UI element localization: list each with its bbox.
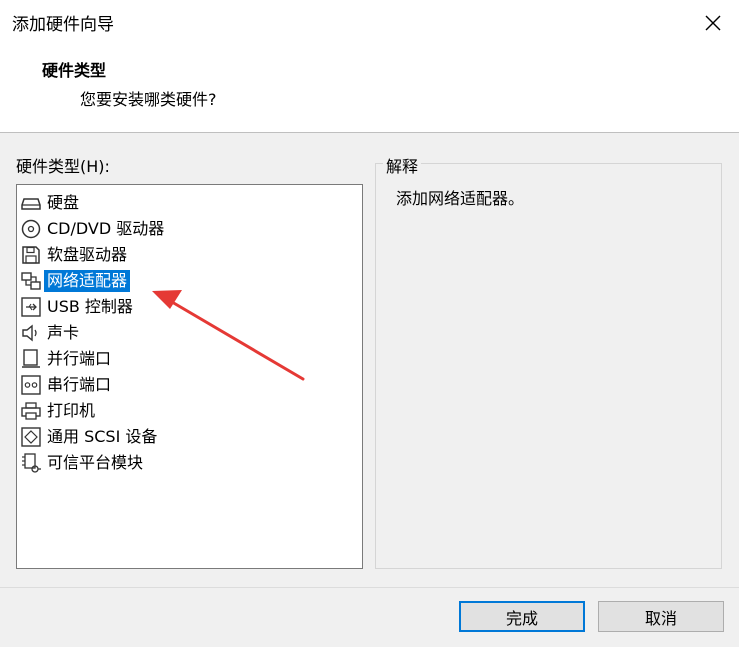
close-button[interactable] <box>696 6 730 40</box>
page-subtitle: 您要安装哪类硬件? <box>80 90 217 109</box>
finish-button[interactable]: 完成 <box>459 601 585 632</box>
network-adapter-icon <box>21 271 41 290</box>
page-title: 硬件类型 <box>42 61 107 80</box>
list-item-hard-disk[interactable]: 硬盘 <box>20 190 82 215</box>
wizard-body: 硬件类型(H): 硬盘 CD/DVD 驱动器 软盘驱动器 网络适配器 USB 控… <box>0 133 739 587</box>
list-item-network-adapter[interactable]: 网络适配器 <box>20 268 131 293</box>
floppy-icon <box>22 245 40 264</box>
parallel-port-icon <box>22 348 40 368</box>
wizard-footer: 完成 取消 <box>0 588 739 647</box>
explanation-title: 解释 <box>383 153 422 177</box>
list-item-cd-dvd[interactable]: CD/DVD 驱动器 <box>20 216 167 241</box>
explanation-text: 添加网络适配器。 <box>396 189 525 208</box>
cd-dvd-icon <box>21 219 41 238</box>
close-icon <box>705 15 721 31</box>
list-item-label: 并行端口 <box>47 348 112 368</box>
list-item-label: 串行端口 <box>47 374 112 394</box>
list-item-label: 声卡 <box>47 322 80 342</box>
list-item-label: 打印机 <box>47 400 96 420</box>
list-item-label: 硬盘 <box>47 192 80 212</box>
list-item-label: 软盘驱动器 <box>47 244 128 264</box>
title-bar: 添加硬件向导 <box>0 0 739 44</box>
list-item-label: USB 控制器 <box>47 296 133 316</box>
list-item-scsi[interactable]: 通用 SCSI 设备 <box>20 424 160 449</box>
wizard-header: 硬件类型 您要安装哪类硬件? <box>0 44 739 132</box>
hardware-type-label: 硬件类型(H): <box>16 157 110 176</box>
hardware-type-list[interactable]: 硬盘 CD/DVD 驱动器 软盘驱动器 网络适配器 USB 控制器 声卡 并行端… <box>16 184 363 569</box>
list-item-sound-card[interactable]: 声卡 <box>20 320 82 345</box>
serial-port-icon <box>21 374 41 395</box>
list-item-printer[interactable]: 打印机 <box>20 398 98 423</box>
usb-icon <box>21 296 41 317</box>
hard-disk-icon <box>21 197 41 210</box>
tpm-icon <box>22 452 41 473</box>
scsi-icon <box>21 426 41 447</box>
cancel-button[interactable]: 取消 <box>598 601 724 632</box>
window-title: 添加硬件向导 <box>12 15 114 35</box>
list-item-label: 可信平台模块 <box>47 452 144 472</box>
list-item-label: 网络适配器 <box>44 269 131 292</box>
list-item-label: CD/DVD 驱动器 <box>47 218 165 238</box>
speaker-icon <box>22 324 37 341</box>
list-item-serial-port[interactable]: 串行端口 <box>20 372 114 397</box>
explanation-group <box>375 163 722 569</box>
list-item-floppy[interactable]: 软盘驱动器 <box>20 242 130 267</box>
list-item-parallel-port[interactable]: 并行端口 <box>20 346 114 371</box>
list-item-tpm[interactable]: 可信平台模块 <box>20 450 146 475</box>
list-item-usb[interactable]: USB 控制器 <box>20 294 136 319</box>
list-item-label: 通用 SCSI 设备 <box>47 426 158 446</box>
printer-icon <box>21 401 41 420</box>
